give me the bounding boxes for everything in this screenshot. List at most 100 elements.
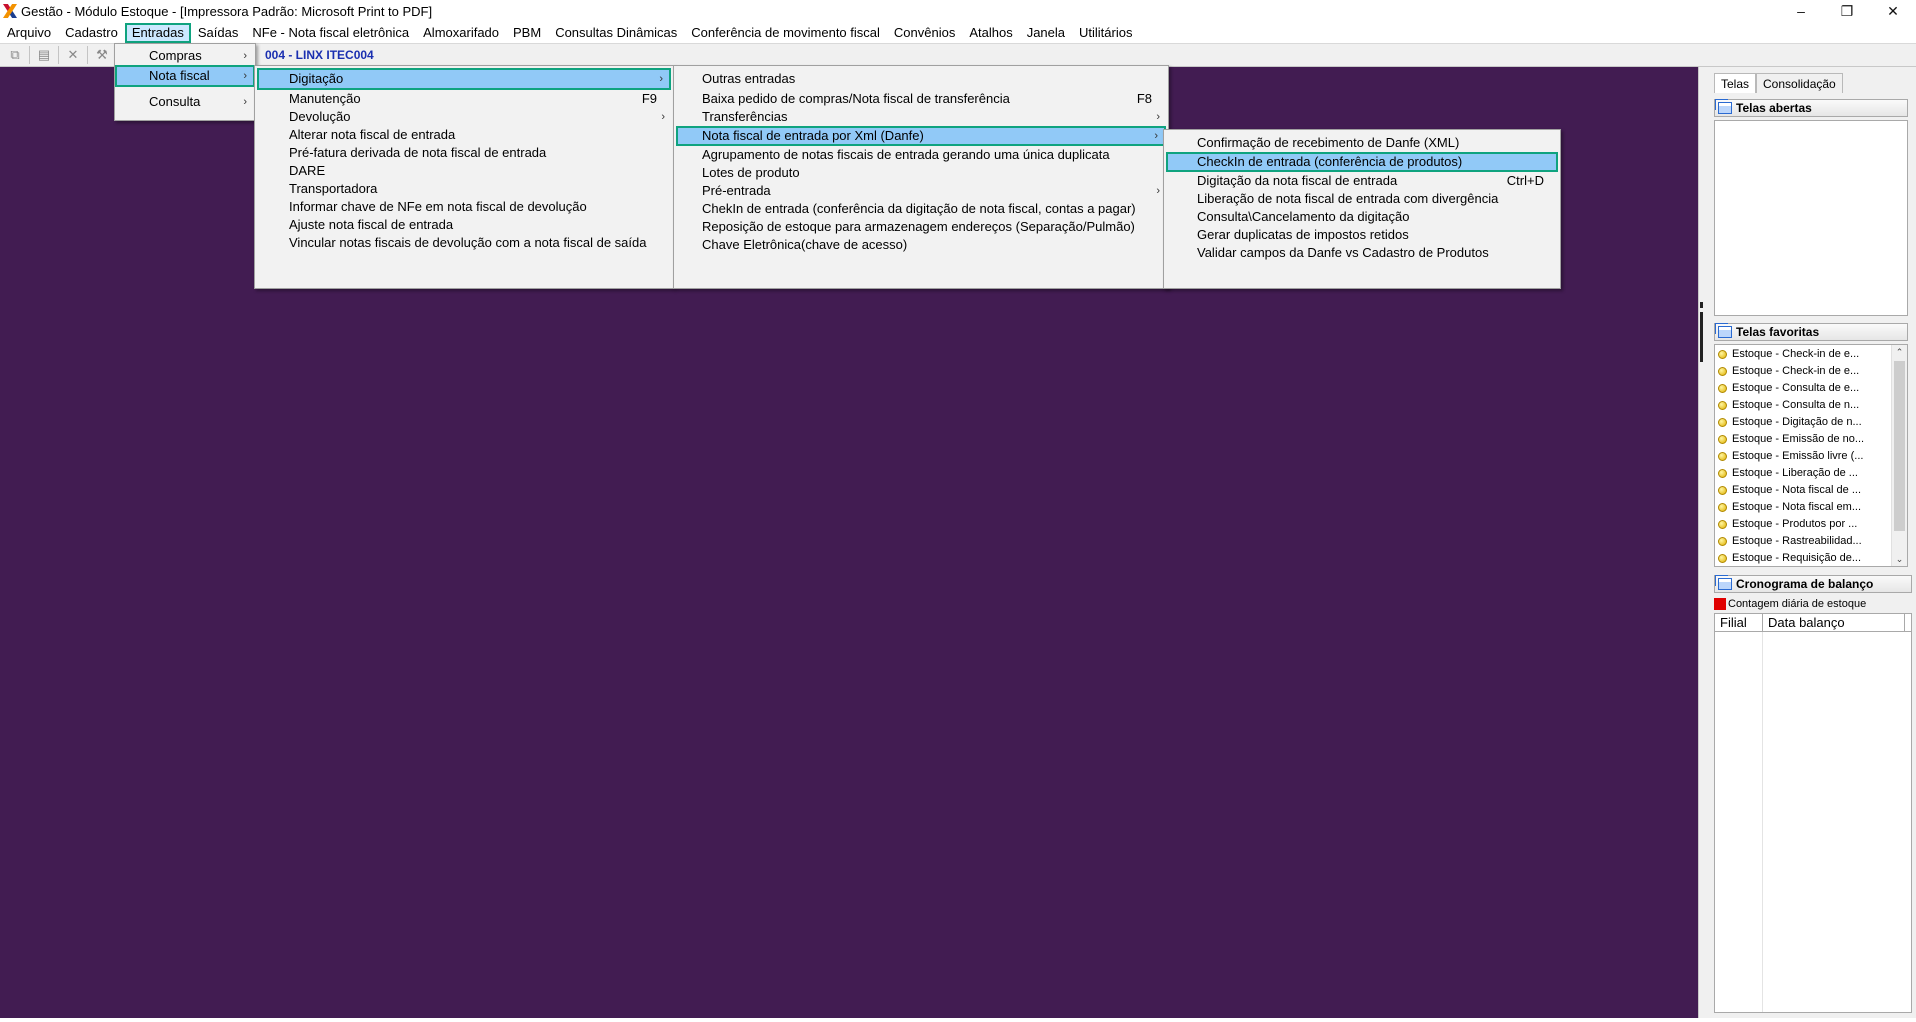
digitacao-menu: Outras entradas Baixa pedido de compras/…	[673, 65, 1169, 289]
menu-item-consulta[interactable]: Consulta ›	[115, 93, 255, 111]
paste-icon[interactable]: ▤	[33, 45, 55, 65]
bulb-icon	[1718, 384, 1727, 393]
column-header-filial[interactable]: Filial	[1715, 614, 1763, 631]
menu-arquivo[interactable]: Arquivo	[0, 23, 58, 43]
list-item[interactable]: Estoque - Requisição de...	[1715, 550, 1907, 566]
open-screens-list[interactable]	[1714, 120, 1908, 316]
close-button[interactable]: ✕	[1870, 0, 1916, 22]
bulb-icon	[1718, 520, 1727, 529]
menu-item-checkin-produtos[interactable]: CheckIn de entrada (conferência de produ…	[1166, 152, 1558, 172]
list-item[interactable]: Estoque - Check-in de e...	[1715, 346, 1907, 363]
tab-telas[interactable]: Telas	[1714, 73, 1757, 93]
list-item[interactable]: Estoque - Nota fiscal em...	[1715, 499, 1907, 516]
menu-item-nota-xml-danfe[interactable]: Nota fiscal de entrada por Xml (Danfe) ›	[676, 126, 1166, 146]
legend-swatch	[1714, 598, 1726, 610]
list-item[interactable]: Estoque - Digitação de n...	[1715, 414, 1907, 431]
menu-almoxarifado[interactable]: Almoxarifado	[416, 23, 506, 43]
menu-item-pre-entrada[interactable]: Pré-entrada ›	[674, 182, 1168, 200]
grid-divider	[1762, 632, 1763, 1012]
menu-cadastro[interactable]: Cadastro	[58, 23, 125, 43]
menu-saidas[interactable]: Saídas	[191, 23, 245, 43]
chevron-right-icon: ›	[1156, 111, 1160, 123]
menu-conferencia-movimento-fiscal[interactable]: Conferência de movimento fiscal	[684, 23, 887, 43]
list-item[interactable]: Estoque - Consulta de n...	[1715, 397, 1907, 414]
delete-icon[interactable]: ✕	[62, 45, 84, 65]
menu-item-pre-fatura[interactable]: Pré-fatura derivada de nota fiscal de en…	[255, 144, 673, 162]
panel-tabs: Telas Consolidação	[1714, 73, 1843, 93]
scroll-thumb[interactable]	[1894, 361, 1905, 531]
window-title: Gestão - Módulo Estoque - [Impressora Pa…	[21, 3, 433, 19]
menu-item-chave-eletronica[interactable]: Chave Eletrônica(chave de acesso)	[674, 236, 1168, 254]
menu-item-consulta-cancelamento[interactable]: Consulta\Cancelamento da digitação	[1164, 208, 1560, 226]
splitter-grip[interactable]	[1700, 312, 1703, 362]
menu-item-baixa-pedido[interactable]: Baixa pedido de compras/Nota fiscal de t…	[674, 90, 1168, 108]
schedule-table: Filial Data balanço	[1715, 614, 1911, 632]
menu-convenios[interactable]: Convênios	[887, 23, 962, 43]
menu-item-nota-fiscal[interactable]: Nota fiscal ›	[115, 65, 255, 87]
menu-item-transferencias[interactable]: Transferências ›	[674, 108, 1168, 126]
menu-item-outras-entradas[interactable]: Outras entradas	[674, 68, 1168, 90]
entradas-menu: Compras › Nota fiscal › Consulta ›	[114, 43, 256, 121]
tool-icon[interactable]: ⚒	[91, 45, 113, 65]
list-item[interactable]: Estoque - Emissão livre (...	[1715, 448, 1907, 465]
menu-item-vincular-notas[interactable]: Vincular notas fiscais de devolução com …	[255, 234, 673, 252]
menu-pbm[interactable]: PBM	[506, 23, 548, 43]
menu-item-manutencao[interactable]: Manutenção F9	[255, 90, 673, 108]
minimize-button[interactable]: –	[1778, 0, 1824, 22]
menu-item-ajuste-nota[interactable]: Ajuste nota fiscal de entrada	[255, 216, 673, 234]
menu-item-informar-chave[interactable]: Informar chave de NFe em nota fiscal de …	[255, 198, 673, 216]
chevron-right-icon: ›	[1156, 185, 1160, 197]
tab-consolidacao[interactable]: Consolidação	[1756, 73, 1843, 93]
menu-item-reposicao-estoque[interactable]: Reposição de estoque para armazenagem en…	[674, 218, 1168, 236]
list-item[interactable]: Estoque - Emissão de no...	[1715, 431, 1907, 448]
column-header-data-balanco[interactable]: Data balanço	[1763, 614, 1905, 631]
chevron-right-icon: ›	[659, 73, 663, 85]
list-item[interactable]: Estoque - Produtos por ...	[1715, 516, 1907, 533]
bulb-icon	[1718, 537, 1727, 546]
menu-nfe[interactable]: NFe - Nota fiscal eletrônica	[245, 23, 416, 43]
nota-fiscal-menu: Digitação › Manutenção F9 Devolução › Al…	[254, 65, 674, 289]
app-logo-icon	[3, 4, 17, 18]
list-item[interactable]: Estoque - Rastreabilidad...	[1715, 533, 1907, 550]
favorites-scrollbar[interactable]: ⌃ ⌄	[1891, 345, 1907, 566]
menu-entradas[interactable]: Entradas	[124, 22, 191, 43]
open-screens-header: Telas abertas	[1714, 99, 1908, 117]
menu-atalhos[interactable]: Atalhos	[962, 23, 1019, 43]
menu-item-digitacao[interactable]: Digitação ›	[257, 68, 671, 90]
menu-item-gerar-duplicatas[interactable]: Gerar duplicatas de impostos retidos	[1164, 226, 1560, 244]
menu-item-agrupamento[interactable]: Agrupamento de notas fiscais de entrada …	[674, 146, 1168, 164]
panel-splitter[interactable]	[1698, 67, 1712, 1018]
list-item[interactable]: Estoque - Liberação de ...	[1715, 465, 1907, 482]
schedule-header: Cronograma de balanço	[1714, 575, 1912, 593]
menu-item-lotes-produto[interactable]: Lotes de produto	[674, 164, 1168, 182]
restore-button[interactable]: ❐	[1824, 0, 1870, 22]
menu-utilitarios[interactable]: Utilitários	[1072, 23, 1139, 43]
toolbar-separator	[87, 46, 88, 64]
favorites-header: Telas favoritas	[1714, 323, 1908, 341]
menu-bar: Arquivo Cadastro Entradas Saídas NFe - N…	[0, 22, 1916, 43]
menu-item-chekin-entrada[interactable]: ChekIn de entrada (conferência da digita…	[674, 200, 1168, 218]
bulb-icon	[1718, 554, 1727, 563]
favorites-list: Estoque - Check-in de e... Estoque - Che…	[1714, 344, 1908, 567]
menu-item-transportadora[interactable]: Transportadora	[255, 180, 673, 198]
menu-item-alterar-nota[interactable]: Alterar nota fiscal de entrada	[255, 126, 673, 144]
menu-consultas-dinamicas[interactable]: Consultas Dinâmicas	[548, 23, 684, 43]
menu-item-devolucao[interactable]: Devolução ›	[255, 108, 673, 126]
list-item[interactable]: Estoque - Nota fiscal de ...	[1715, 482, 1907, 499]
scroll-down-icon[interactable]: ⌄	[1892, 552, 1907, 566]
menu-janela[interactable]: Janela	[1020, 23, 1072, 43]
menu-item-digitacao-nota[interactable]: Digitação da nota fiscal de entrada Ctrl…	[1164, 172, 1560, 190]
menu-item-compras[interactable]: Compras ›	[115, 47, 255, 65]
bulb-icon	[1718, 418, 1727, 427]
bulb-icon	[1718, 367, 1727, 376]
copy-icon[interactable]: ⧉	[4, 45, 26, 65]
menu-item-dare[interactable]: DARE	[255, 162, 673, 180]
window-icon	[1715, 323, 1732, 338]
menu-item-liberacao-divergencia[interactable]: Liberação de nota fiscal de entrada com …	[1164, 190, 1560, 208]
scroll-up-icon[interactable]: ⌃	[1892, 345, 1907, 359]
favorites-title: Telas favoritas	[1736, 325, 1820, 339]
list-item[interactable]: Estoque - Consulta de e...	[1715, 380, 1907, 397]
menu-item-confirmacao-danfe[interactable]: Confirmação de recebimento de Danfe (XML…	[1164, 134, 1560, 152]
menu-item-validar-campos[interactable]: Validar campos da Danfe vs Cadastro de P…	[1164, 244, 1560, 262]
list-item[interactable]: Estoque - Check-in de e...	[1715, 363, 1907, 380]
